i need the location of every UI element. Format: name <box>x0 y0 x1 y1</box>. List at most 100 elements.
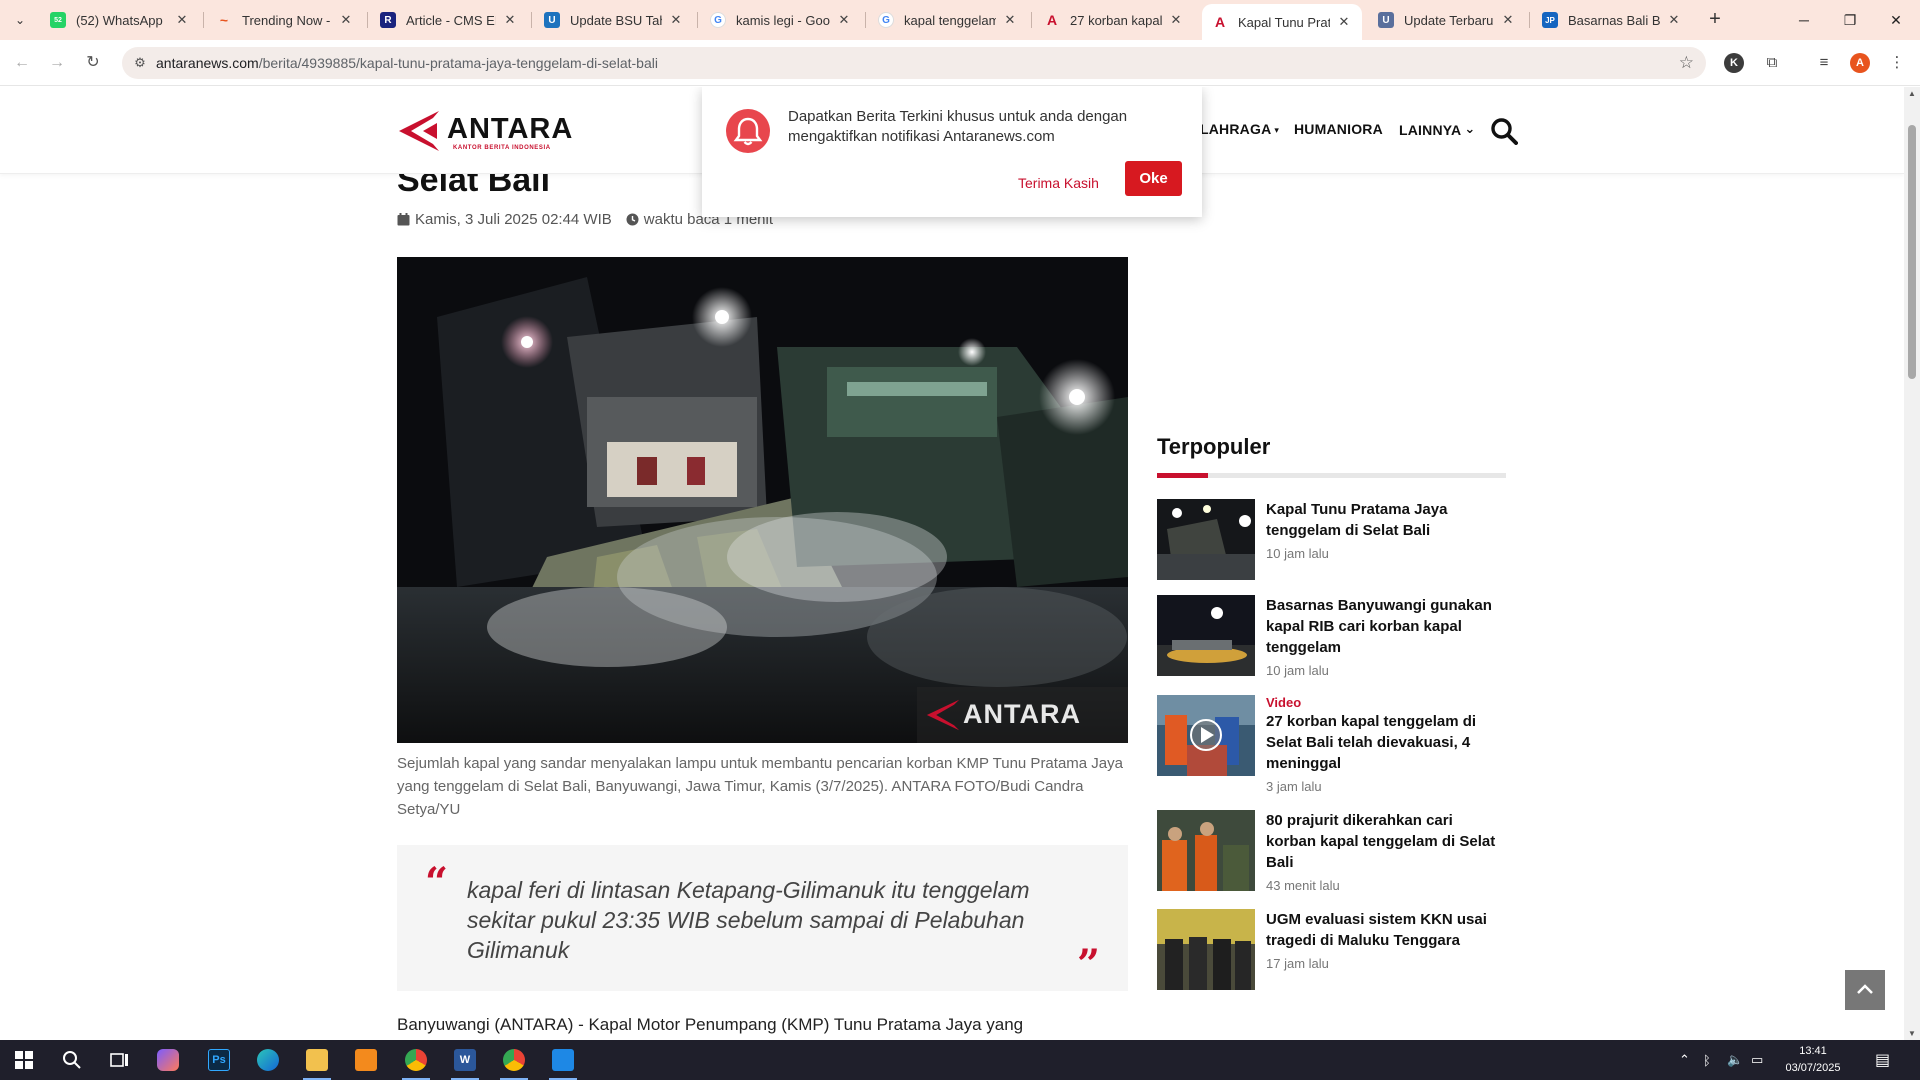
tab-divider <box>531 12 532 28</box>
extensions-icon[interactable]: ⧉ <box>1761 52 1783 74</box>
close-icon[interactable]: ✕ <box>1666 12 1682 28</box>
nav-lainnya[interactable]: LAINNYA ⌄ <box>1399 121 1475 138</box>
popular-thumbnail[interactable] <box>1157 695 1255 776</box>
bookmark-star-icon[interactable]: ☆ <box>1679 53 1694 73</box>
google-icon: G <box>878 12 894 28</box>
reload-button[interactable]: ↻ <box>81 51 105 75</box>
notification-center-icon[interactable]: ▤ <box>1875 1040 1890 1080</box>
back-to-top-button[interactable] <box>1845 970 1885 1010</box>
orange-app-icon <box>355 1049 377 1071</box>
profile-avatar[interactable]: A <box>1850 53 1870 73</box>
taskbar-word[interactable]: W <box>441 1040 489 1080</box>
tab-trending-now[interactable]: ~ Trending Now - G ✕ <box>206 6 364 34</box>
tab-title: kapal tenggelam <box>904 12 996 28</box>
network-icon[interactable]: ▭ <box>1751 1040 1763 1080</box>
popular-text: Kapal Tunu Pratama Jaya tenggelam di Sel… <box>1266 499 1506 561</box>
photoshop-icon: Ps <box>208 1049 230 1071</box>
close-icon[interactable]: ✕ <box>502 12 518 28</box>
chevron-up-icon <box>1857 984 1873 994</box>
tab-search-icon[interactable]: ⌄ <box>8 8 32 32</box>
play-video-icon[interactable] <box>1157 695 1255 776</box>
tab-divider <box>1529 12 1530 28</box>
scroll-down-arrow-icon[interactable]: ▼ <box>1908 1029 1916 1038</box>
close-icon[interactable]: ✕ <box>1002 12 1018 28</box>
scrollbar-thumb[interactable] <box>1908 125 1916 379</box>
scroll-up-arrow-icon[interactable]: ▲ <box>1908 89 1916 98</box>
popular-thumbnail[interactable] <box>1157 499 1255 580</box>
taskbar-file-explorer[interactable] <box>293 1040 341 1080</box>
close-icon[interactable]: ✕ <box>1168 12 1184 28</box>
tab-google-kamis-legi[interactable]: G kamis legi - Goog ✕ <box>700 6 862 34</box>
close-icon[interactable]: ✕ <box>1336 14 1352 30</box>
popular-title[interactable]: 80 prajurit dikerahkan cari korban kapal… <box>1266 810 1506 873</box>
close-icon[interactable]: ✕ <box>668 12 684 28</box>
tab-cms-editor[interactable]: R Article - CMS EDI ✕ <box>370 6 528 34</box>
taskbar-search-button[interactable] <box>48 1040 96 1080</box>
taskbar-chrome-2[interactable] <box>490 1040 538 1080</box>
media-control-icon[interactable]: ≡ <box>1813 52 1835 74</box>
antara-icon: A <box>1214 14 1226 30</box>
popular-title[interactable]: UGM evaluasi sistem KKN usai tragedi di … <box>1266 909 1506 951</box>
taskbar-edge[interactable] <box>244 1040 292 1080</box>
popular-time: 10 jam lalu <box>1266 663 1329 678</box>
task-view-button[interactable] <box>96 1040 144 1080</box>
accept-notification-button[interactable]: Oke <box>1125 161 1182 196</box>
antara-watermark-mark <box>926 699 960 731</box>
popular-thumbnail[interactable] <box>1157 595 1255 676</box>
taskbar-app-orange[interactable] <box>342 1040 390 1080</box>
page-scrollbar[interactable]: ▲ ▼ <box>1904 87 1920 1040</box>
bluetooth-icon[interactable]: ᛒ <box>1703 1040 1711 1080</box>
close-icon[interactable]: ✕ <box>338 12 354 28</box>
decline-notification-button[interactable]: Terima Kasih <box>1008 166 1109 200</box>
ferry-night-photo <box>397 257 1128 743</box>
taskbar-copilot[interactable] <box>144 1040 192 1080</box>
close-window-button[interactable]: ✕ <box>1873 6 1919 34</box>
restore-button[interactable]: ❐ <box>1827 6 1873 34</box>
tab-whatsapp[interactable]: 52 (52) WhatsApp ✕ <box>40 6 200 34</box>
taskbar-app-blue[interactable] <box>539 1040 587 1080</box>
tab-title: Update BSU Taha <box>570 12 662 28</box>
new-tab-button[interactable]: + <box>1703 8 1727 32</box>
clock-date: 03/07/2025 <box>1785 1062 1841 1074</box>
site-settings-icon[interactable]: ⚙ <box>132 55 148 71</box>
tab-title: 27 korban kapal t <box>1070 12 1162 28</box>
popular-title[interactable]: 27 korban kapal tenggelam di Selat Bali … <box>1266 711 1506 774</box>
tab-title: Article - CMS EDI <box>406 12 496 28</box>
taskbar-photoshop[interactable]: Ps <box>195 1040 243 1080</box>
address-bar[interactable]: ⚙ antaranews.com/berita/4939885/kapal-tu… <box>122 47 1706 79</box>
antara-logo[interactable]: ANTARA KANTOR BERITA INDONESIA <box>397 109 577 153</box>
nav-humaniora[interactable]: HUMANIORA <box>1294 121 1383 137</box>
popular-title[interactable]: Kapal Tunu Pratama Jaya tenggelam di Sel… <box>1266 499 1506 541</box>
start-button[interactable] <box>0 1040 48 1080</box>
menu-kebab-icon[interactable]: ⋮ <box>1886 52 1908 74</box>
search-icon[interactable] <box>1490 117 1518 145</box>
pull-quote: “ kapal feri di lintasan Ketapang-Gilima… <box>397 845 1128 991</box>
tab-27-korban[interactable]: A 27 korban kapal t ✕ <box>1034 6 1194 34</box>
tab-basarnas-bali[interactable]: JP Basarnas Bali Ban ✕ <box>1532 6 1692 34</box>
tab-update-terbaru[interactable]: U Update Terbaru K ✕ <box>1368 6 1526 34</box>
nav-olahraga[interactable]: LAHRAGA ▾ <box>1200 121 1279 137</box>
url-text[interactable]: antaranews.com/berita/4939885/kapal-tunu… <box>156 55 658 71</box>
tray-overflow-icon[interactable]: ⌃ <box>1679 1040 1690 1080</box>
close-icon[interactable]: ✕ <box>1500 12 1516 28</box>
image-watermark: ANTARA <box>917 687 1128 743</box>
tab-google-kapal-tenggelam[interactable]: G kapal tenggelam ✕ <box>868 6 1028 34</box>
profile-k-icon[interactable]: K <box>1724 53 1744 73</box>
quote-close-icon: ” <box>1076 941 1100 988</box>
popular-thumbnail[interactable] <box>1157 909 1255 990</box>
close-icon[interactable]: ✕ <box>174 12 190 28</box>
forward-button[interactable]: → <box>45 51 69 75</box>
taskbar-clock[interactable]: 13:41 03/07/2025 <box>1778 1043 1848 1077</box>
popular-thumbnail[interactable] <box>1157 810 1255 891</box>
tab-update-bsu[interactable]: U Update BSU Taha ✕ <box>534 6 694 34</box>
popular-title[interactable]: Basarnas Banyuwangi gunakan kapal RIB ca… <box>1266 595 1506 658</box>
tab-divider <box>1031 12 1032 28</box>
back-button[interactable]: ← <box>10 51 34 75</box>
volume-muted-icon[interactable]: 🔈 <box>1727 1040 1743 1080</box>
minimize-button[interactable]: ─ <box>1781 6 1827 34</box>
clock-time: 13:41 <box>1799 1045 1827 1057</box>
article-hero-image[interactable]: ANTARA <box>397 257 1128 743</box>
tab-kapal-tunu-pratama[interactable]: A Kapal Tunu Prata ✕ <box>1202 4 1362 40</box>
taskbar-chrome-1[interactable] <box>392 1040 440 1080</box>
close-icon[interactable]: ✕ <box>836 12 852 28</box>
